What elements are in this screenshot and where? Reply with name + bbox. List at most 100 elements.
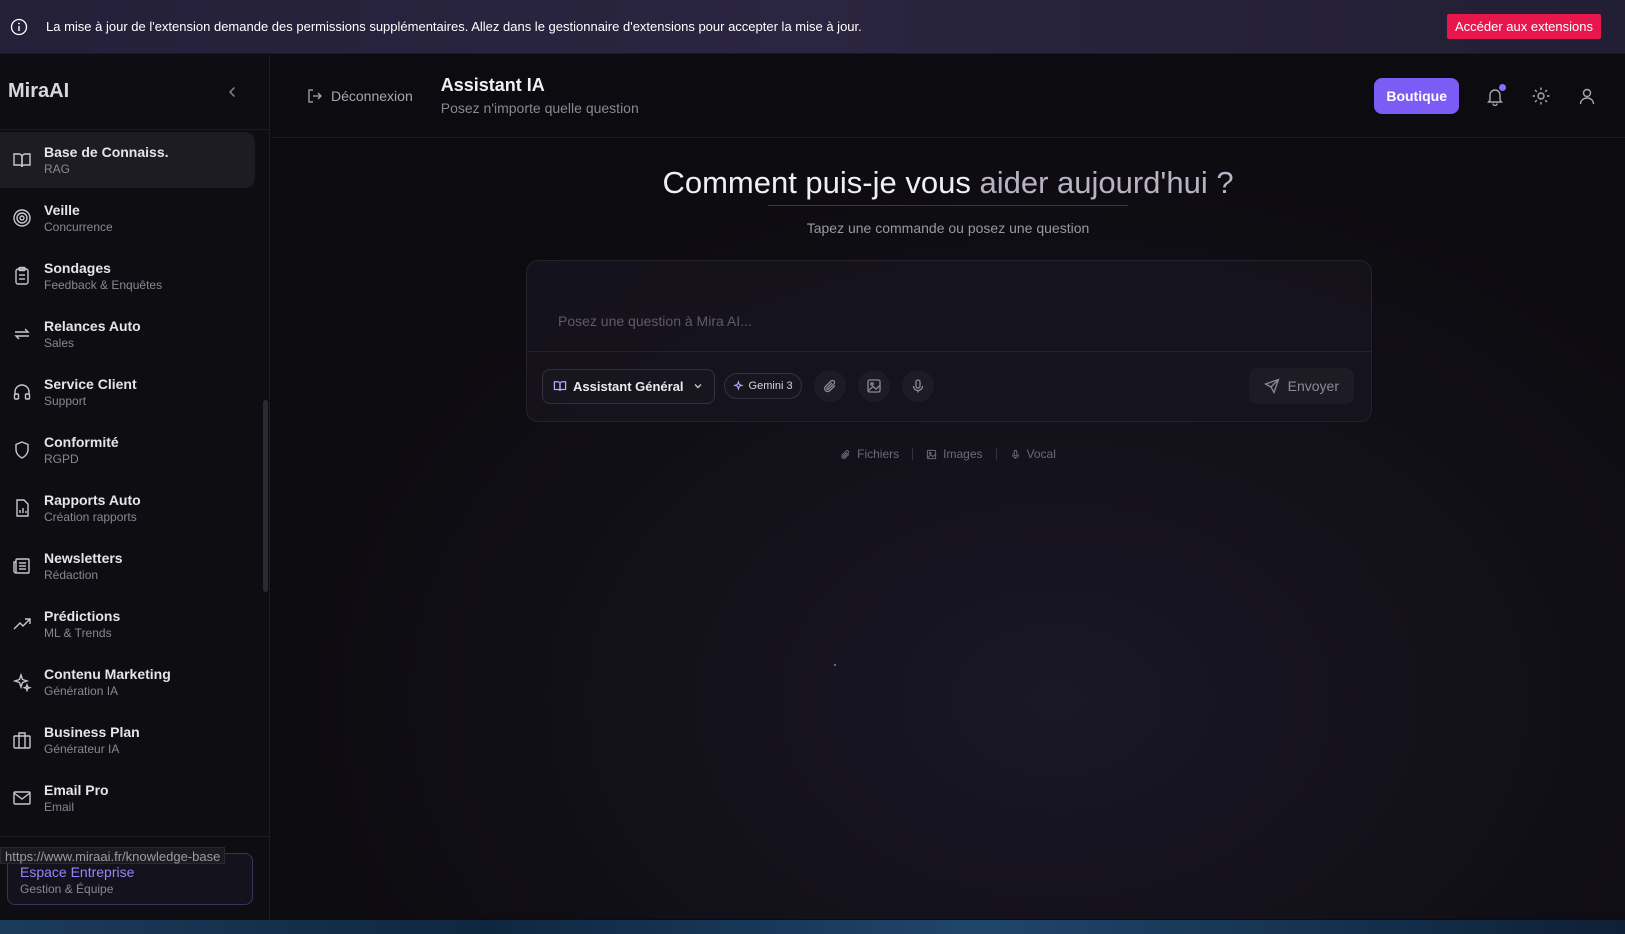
extension-update-banner: La mise à jour de l'extension demande de… <box>0 0 1625 54</box>
hero-title-main: Comment puis-je vous <box>662 165 980 200</box>
sidebar-item-sublabel: ML & Trends <box>44 626 112 640</box>
sidebar-item-sublabel: Feedback & Enquêtes <box>44 278 163 292</box>
sidebar-item-veille[interactable]: Veille Concurrence <box>0 190 255 246</box>
hero: Comment puis-je vous aider aujourd'hui ?… <box>271 165 1625 236</box>
sidebar-item-label: Newsletters <box>44 550 123 566</box>
sidebar: MiraAI Base de Connaiss. RAG Veille Concur… <box>0 54 270 934</box>
chat-main: Comment puis-je vous aider aujourd'hui ?… <box>271 139 1625 919</box>
gear-icon <box>1532 87 1550 104</box>
sidebar-item-predictions[interactable]: Prédictions ML & Trends <box>0 596 255 652</box>
topbar: Déconnexion Assistant IA Posez n'importe… <box>271 54 1625 138</box>
logout-icon <box>307 88 323 104</box>
sidebar-item-sondages[interactable]: Sondages Feedback & Enquêtes <box>0 248 255 304</box>
user-icon <box>1579 88 1595 104</box>
send-icon <box>1263 378 1280 394</box>
sidebar-item-label: Base de Connaiss. <box>44 144 169 160</box>
enterprise-title: Espace Entreprise <box>20 864 135 880</box>
image-icon <box>926 449 937 460</box>
sidebar-item-label: Contenu Marketing <box>44 666 171 682</box>
sparkles-icon <box>12 672 32 692</box>
microphone-icon <box>1010 449 1021 460</box>
sidebar-item-label: Conformité <box>44 434 119 450</box>
sidebar-item-sublabel: RAG <box>44 162 71 176</box>
attach-image-button[interactable] <box>857 370 890 402</box>
logout-label: Déconnexion <box>331 87 413 104</box>
trend-up-icon <box>12 614 32 634</box>
sidebar-item-label: Veille <box>44 202 80 218</box>
paperclip-icon <box>840 449 851 460</box>
send-button[interactable]: Envoyer <box>1248 368 1354 404</box>
sidebar-item-knowledge-base[interactable]: Base de Connaiss. RAG <box>0 132 255 188</box>
sidebar-item-business-plan[interactable]: Business Plan Générateur IA <box>0 712 255 768</box>
topbar-actions: Boutique <box>1374 77 1597 114</box>
collapse-sidebar-button[interactable] <box>225 85 239 99</box>
model-badge-label: Gemini 3 <box>748 380 793 392</box>
sidebar-item-label: Email Pro <box>44 782 109 798</box>
hint-label: Fichiers <box>857 447 900 461</box>
sidebar-item-relances[interactable]: Relances Auto Sales <box>0 306 255 362</box>
hero-title-muted: aider aujourd'hui ? <box>979 165 1234 200</box>
cursor-dot <box>834 664 836 666</box>
user-profile-button[interactable] <box>1577 86 1597 106</box>
sidebar-item-label: Business Plan <box>44 724 140 740</box>
shop-button[interactable]: Boutique <box>1374 77 1459 114</box>
hint-label: Images <box>943 447 983 461</box>
hint-label: Vocal <box>1026 447 1056 461</box>
hero-subtitle: Tapez une commande ou posez une question <box>806 220 1090 236</box>
sidebar-item-rapports[interactable]: Rapports Auto Création rapports <box>0 480 255 536</box>
hero-title: Comment puis-je vous aider aujourd'hui ? <box>271 165 1625 201</box>
sidebar-item-conformite[interactable]: Conformité RGPD <box>0 422 255 478</box>
banner-message: La mise à jour de l'extension demande de… <box>46 19 862 34</box>
sidebar-item-newsletters[interactable]: Newsletters Rédaction <box>0 538 255 594</box>
notification-dot <box>1499 83 1506 91</box>
page-title: Assistant IA <box>440 75 545 95</box>
sidebar-item-label: Prédictions <box>44 608 121 624</box>
info-icon <box>10 18 28 36</box>
sidebar-item-email-pro[interactable]: Email Pro Email <box>0 770 255 826</box>
sidebar-item-label: Relances Auto <box>44 318 141 334</box>
sparkles-icon <box>732 380 745 392</box>
hero-divider <box>768 205 1128 206</box>
sidebar-header: MiraAI <box>0 54 269 130</box>
model-badge[interactable]: Gemini 3 <box>723 373 802 399</box>
hint-divider <box>995 448 997 460</box>
chevron-left-icon <box>229 86 235 97</box>
newspaper-icon <box>12 556 32 576</box>
sidebar-item-label: Service Client <box>44 376 137 392</box>
headphones-icon <box>12 382 32 402</box>
chevron-down-icon <box>692 380 704 392</box>
sidebar-item-service-client[interactable]: Service Client Support <box>0 364 255 420</box>
settings-button[interactable] <box>1531 86 1551 106</box>
microphone-icon <box>912 379 923 393</box>
hint-vocal: Vocal <box>1010 447 1056 461</box>
sidebar-item-contenu-marketing[interactable]: Contenu Marketing Génération IA <box>0 654 255 710</box>
building-icon <box>12 730 32 750</box>
sidebar-item-sublabel: Concurrence <box>44 220 113 234</box>
repeat-icon <box>12 324 32 344</box>
sidebar-scrollbar[interactable] <box>263 400 268 592</box>
open-extensions-button[interactable]: Accéder aux extensions <box>1446 14 1601 39</box>
assistant-select-value: Assistant Général <box>573 378 684 394</box>
hint-divider <box>912 448 914 460</box>
assistant-select[interactable]: Assistant Général <box>542 368 715 404</box>
send-label: Envoyer <box>1287 378 1339 394</box>
sidebar-item-sublabel: Email <box>44 800 75 814</box>
shield-icon <box>12 440 32 460</box>
attach-file-button[interactable] <box>813 370 846 402</box>
sidebar-item-sublabel: Rédaction <box>44 568 99 582</box>
question-input[interactable] <box>527 261 1371 352</box>
notifications-button[interactable] <box>1485 83 1506 106</box>
sidebar-item-sublabel: RGPD <box>44 452 79 466</box>
sidebar-item-sublabel: Générateur IA <box>44 742 120 756</box>
voice-input-button[interactable] <box>901 370 934 402</box>
sidebar-item-sublabel: Création rapports <box>44 510 137 524</box>
logout-button[interactable]: Déconnexion <box>307 88 413 104</box>
chat-composer: Assistant Général Gemini 3 Envoyer <box>526 260 1372 422</box>
sidebar-item-sublabel: Sales <box>44 336 75 350</box>
book-icon <box>553 379 567 393</box>
target-icon <box>12 208 32 228</box>
paperclip-icon <box>823 379 836 393</box>
image-icon <box>866 379 881 393</box>
hint-files: Fichiers <box>840 447 899 461</box>
report-icon <box>12 498 32 518</box>
